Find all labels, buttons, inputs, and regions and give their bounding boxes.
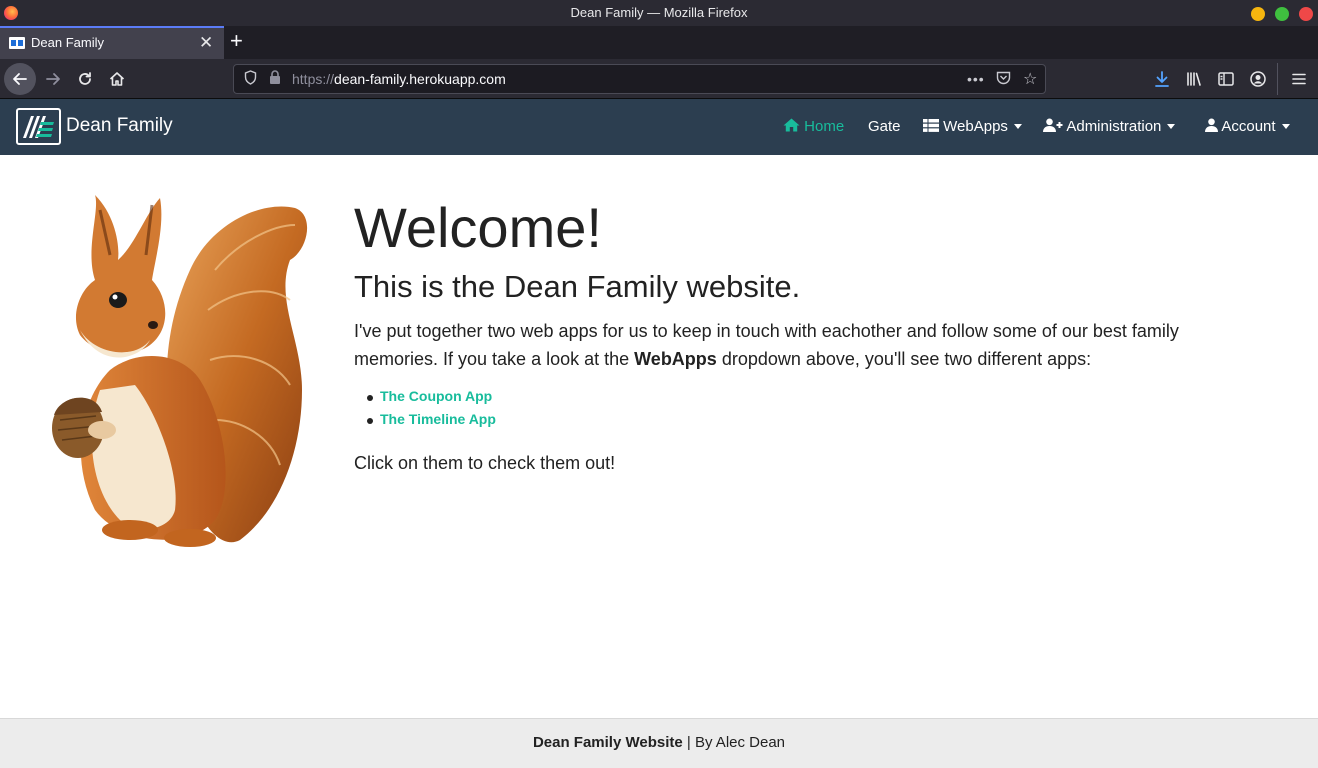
page-title: Welcome! xyxy=(354,196,602,259)
site-navbar: Dean Family Home Gate WebApps Administra… xyxy=(0,99,1318,155)
nav-administration-dropdown[interactable]: Administration xyxy=(1043,118,1176,135)
close-window-button[interactable] xyxy=(1299,7,1313,21)
brand-logo-art xyxy=(23,116,54,138)
user-icon xyxy=(1205,118,1218,132)
url-protocol: https:// xyxy=(292,71,335,87)
browser-toolbar: https://dean-family.herokuapp.com ••• ☆ xyxy=(0,59,1318,99)
footer-author: | By Alec Dean xyxy=(682,734,786,751)
bookmark-star-icon[interactable]: ☆ xyxy=(1023,69,1037,89)
page-footer: Dean Family Website | By Alec Dean xyxy=(0,718,1318,768)
coupon-app-link[interactable]: The Coupon App xyxy=(380,388,492,404)
download-arrow-icon xyxy=(1155,71,1169,87)
back-arrow-icon xyxy=(13,73,27,85)
page-subtitle: This is the Dean Family website. xyxy=(354,269,801,304)
toolbar-separator xyxy=(1277,63,1278,95)
app-menu-button[interactable] xyxy=(1287,67,1311,91)
shield-shape xyxy=(244,70,257,85)
url-host: dean-family.herokuapp.com xyxy=(334,71,506,87)
padlock-icon[interactable] xyxy=(269,70,281,88)
firefox-account-icon xyxy=(1250,71,1266,87)
reload-button[interactable] xyxy=(73,67,97,91)
minimize-window-button[interactable] xyxy=(1251,7,1265,21)
sidebar-button[interactable] xyxy=(1214,67,1238,91)
brand-logo-icon[interactable] xyxy=(16,108,61,145)
page-actions-icon[interactable]: ••• xyxy=(967,71,985,87)
nav-home[interactable]: Home xyxy=(783,118,844,135)
account-button[interactable] xyxy=(1246,67,1270,91)
nav-gate-label: Gate xyxy=(868,118,901,135)
home-icon xyxy=(783,118,800,132)
close-tab-icon[interactable]: ✕ xyxy=(199,33,213,53)
site-favicon-icon xyxy=(9,37,25,49)
table-icon xyxy=(923,119,939,132)
timeline-app-link[interactable]: The Timeline App xyxy=(380,411,496,427)
library-icon xyxy=(1187,72,1201,86)
sidebar-icon xyxy=(1218,72,1234,86)
tab-strip: Dean Family ✕ + xyxy=(0,26,1318,59)
address-bar[interactable]: https://dean-family.herokuapp.com ••• ☆ xyxy=(233,64,1046,94)
nav-webapps-dropdown[interactable]: WebApps xyxy=(923,118,1022,135)
pocket-icon[interactable] xyxy=(996,70,1011,88)
chevron-down-icon xyxy=(1281,123,1290,129)
nav-webapps-label: WebApps xyxy=(943,118,1008,135)
footer-text: Dean Family Website | By Alec Dean xyxy=(0,734,1318,751)
tracking-shield-icon[interactable] xyxy=(244,70,257,88)
outro-text: Click on them to check them out! xyxy=(354,453,616,473)
library-button[interactable] xyxy=(1182,67,1206,91)
nav-administration-label: Administration xyxy=(1066,118,1162,135)
reload-icon xyxy=(79,72,91,85)
forward-button[interactable] xyxy=(41,67,65,91)
chevron-down-icon xyxy=(1013,123,1022,129)
window-title: Dean Family — Mozilla Firefox xyxy=(570,5,748,20)
user-plus-icon xyxy=(1043,118,1063,132)
tab-label: Dean Family xyxy=(31,35,104,50)
back-button[interactable] xyxy=(4,63,36,95)
home-button[interactable] xyxy=(105,67,129,91)
intro-text-end: dropdown above, you'll see two different… xyxy=(716,349,1092,369)
nav-home-label: Home xyxy=(804,118,845,135)
new-tab-button[interactable]: + xyxy=(230,28,243,54)
squirrel-illustration xyxy=(52,195,308,547)
footer-site-name: Dean Family Website xyxy=(532,734,683,751)
forward-arrow-icon xyxy=(46,73,60,85)
squirrel-image xyxy=(40,190,320,552)
maximize-window-button[interactable] xyxy=(1275,7,1289,21)
list-item: The Timeline App xyxy=(367,411,496,434)
brand-name[interactable]: Dean Family xyxy=(66,115,173,137)
url-text[interactable]: https://dean-family.herokuapp.com xyxy=(292,71,506,87)
list-item: The Coupon App xyxy=(367,388,496,411)
nav-account-label: Account xyxy=(1221,118,1276,135)
hamburger-menu-icon xyxy=(1292,73,1306,85)
downloads-button[interactable] xyxy=(1150,67,1174,91)
chevron-down-icon xyxy=(1167,123,1176,129)
browser-home-icon xyxy=(109,72,125,86)
intro-webapps-emphasis: WebApps xyxy=(634,349,717,369)
pocket-shape xyxy=(996,71,1011,85)
padlock-shape xyxy=(270,70,280,84)
intro-paragraph: I've put together two web apps for us to… xyxy=(354,317,1244,373)
app-list: The Coupon App The Timeline App xyxy=(367,388,496,434)
nav-account-dropdown[interactable]: Account xyxy=(1205,118,1290,135)
window-titlebar: Dean Family — Mozilla Firefox xyxy=(0,0,1318,26)
nav-gate[interactable]: Gate xyxy=(868,118,901,135)
tab-dean-family[interactable]: Dean Family ✕ xyxy=(0,26,224,59)
